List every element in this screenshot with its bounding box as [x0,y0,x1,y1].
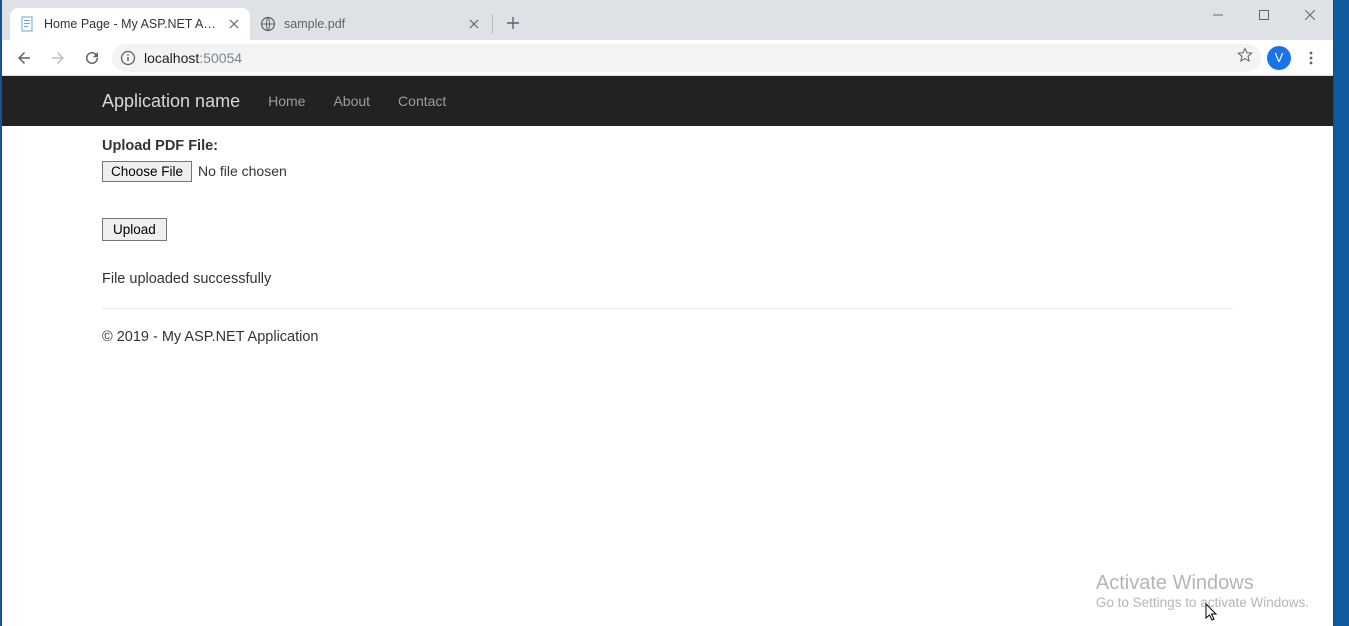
minimize-button[interactable] [1195,0,1241,30]
close-window-button[interactable] [1287,0,1333,30]
upload-button[interactable]: Upload [102,218,167,241]
nav-link-about[interactable]: About [333,93,370,109]
choose-file-button[interactable]: Choose File [102,161,192,182]
tab-title: Home Page - My ASP.NET Applic [44,17,220,31]
file-input-wrap: Choose File No file chosen [102,161,1233,182]
profile-avatar[interactable]: V [1267,46,1291,70]
page-content: Upload PDF File: Choose File No file cho… [2,126,1333,368]
upload-file-label: Upload PDF File: [102,136,1233,157]
address-bar: localhost:50054 V [2,40,1333,76]
footer-divider [102,308,1233,309]
forward-button[interactable] [44,44,72,72]
upload-message: File uploaded successfully [102,269,1233,290]
tab-close-icon[interactable] [226,16,242,32]
back-button[interactable] [10,44,38,72]
tab-bar: Home Page - My ASP.NET Applic sample.pdf [2,0,1333,40]
omnibox[interactable]: localhost:50054 [112,44,1261,72]
navbar-brand[interactable]: Application name [102,91,240,112]
nav-link-home[interactable]: Home [268,93,305,109]
site-navbar: Application name Home About Contact [2,76,1333,126]
favicon-globe-icon [260,16,276,32]
reload-button[interactable] [78,44,106,72]
tab-divider [492,14,493,34]
nav-link-contact[interactable]: Contact [398,93,446,109]
window-controls [1195,0,1333,30]
tab-close-icon[interactable] [466,16,482,32]
url-port: :50054 [199,50,242,66]
file-chosen-status: No file chosen [198,161,287,181]
menu-button[interactable] [1297,44,1325,72]
tab-sample-pdf[interactable]: sample.pdf [250,8,490,40]
bookmark-star-icon[interactable] [1237,47,1253,68]
tab-home-page[interactable]: Home Page - My ASP.NET Applic [10,8,250,40]
window-right-edge [1333,0,1349,626]
maximize-button[interactable] [1241,0,1287,30]
browser-window: Home Page - My ASP.NET Applic sample.pdf [2,0,1333,626]
site-info-icon[interactable] [120,50,136,66]
favicon-asp-icon [20,16,36,32]
tab-title: sample.pdf [284,17,460,31]
new-tab-button[interactable] [499,9,527,37]
footer-text: © 2019 - My ASP.NET Application [102,327,1233,348]
url-host: localhost [144,50,199,66]
